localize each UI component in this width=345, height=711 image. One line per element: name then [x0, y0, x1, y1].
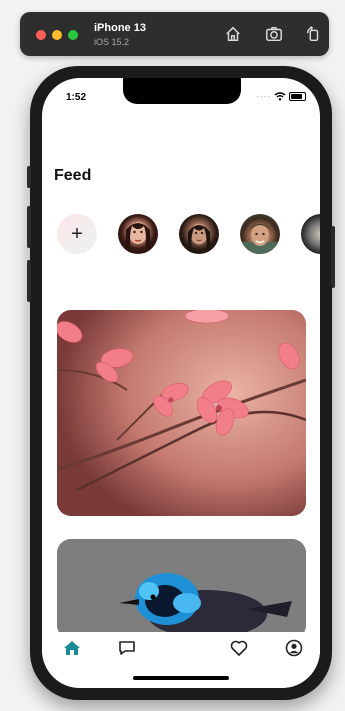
tab-profile-icon[interactable]	[284, 638, 304, 658]
tab-home-icon[interactable]	[62, 638, 82, 658]
volume-up-button	[27, 206, 31, 248]
tab-chat-icon[interactable]	[117, 638, 137, 658]
rotate-icon[interactable]	[304, 25, 322, 43]
status-icons: ····	[256, 92, 306, 101]
page-title: Feed	[54, 167, 92, 184]
screenshot-icon[interactable]	[265, 25, 283, 43]
maximize-window-button[interactable]	[68, 30, 78, 40]
close-window-button[interactable]	[36, 30, 46, 40]
phone-screen: 1:52 ···· Feed +	[42, 78, 320, 688]
story-avatar-3[interactable]	[240, 214, 280, 254]
home-icon[interactable]	[224, 25, 242, 43]
stories-row: +	[57, 214, 320, 258]
minimize-window-button[interactable]	[52, 30, 62, 40]
tab-heart-icon[interactable]	[229, 638, 249, 658]
phone-frame: 1:52 ···· Feed +	[27, 66, 335, 700]
battery-icon	[289, 92, 306, 101]
power-button	[331, 226, 335, 288]
device-name: iPhone 13	[94, 22, 146, 34]
story-avatar-4[interactable]	[301, 214, 320, 254]
status-time: 1:52	[66, 92, 87, 103]
volume-down-button	[27, 260, 31, 302]
story-avatar-1[interactable]	[118, 214, 158, 254]
post-image-blue-bird[interactable]	[57, 539, 306, 639]
wifi-icon	[274, 92, 286, 101]
story-avatar-2[interactable]	[179, 214, 219, 254]
notch	[123, 78, 241, 104]
home-indicator	[133, 676, 229, 680]
device-os-version: iOS 15.2	[94, 37, 130, 47]
mute-switch	[27, 166, 31, 188]
post-image-pink-blossom[interactable]	[57, 310, 306, 516]
signal-dots-icon: ····	[256, 92, 271, 101]
add-story-button[interactable]: +	[57, 214, 97, 254]
simulator-toolbar: iPhone 13 iOS 15.2	[20, 12, 329, 56]
